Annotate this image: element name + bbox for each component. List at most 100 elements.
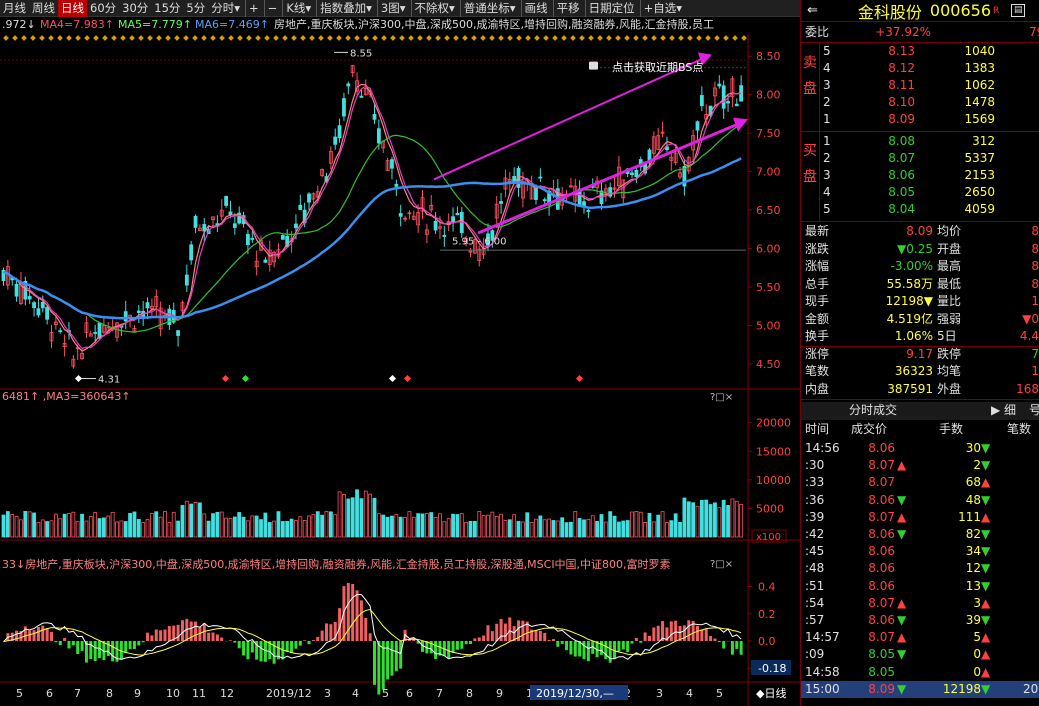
toolbar-item-5[interactable]: 15分	[151, 0, 183, 17]
volume-bar	[634, 511, 639, 538]
tick-price: 8.06	[868, 613, 895, 627]
stat-value: 55.58万	[886, 276, 933, 291]
bid-level: 4	[823, 185, 831, 199]
tick-row: :39 8.07 ▲ 111 ▲	[801, 509, 1039, 526]
ask-price: 8.12	[888, 61, 915, 75]
macd-bar	[460, 641, 464, 649]
toolbar-item-7[interactable]: 分时▾	[208, 0, 243, 17]
volume-bar	[708, 504, 713, 538]
candle-body	[433, 220, 438, 231]
volume-bar	[198, 502, 202, 538]
volume-bar	[617, 521, 621, 538]
bid-row: 3 8.06 2153	[801, 167, 1039, 184]
candle-body	[455, 212, 460, 216]
volume-bar	[189, 503, 194, 538]
volume-bar	[699, 499, 704, 538]
volume-bar	[294, 520, 298, 538]
macd-bar	[207, 632, 211, 641]
toolbar-item-0[interactable]: 月线	[0, 0, 29, 17]
candle-body	[394, 183, 399, 187]
macd-bar	[259, 641, 263, 662]
volume-bar	[590, 515, 595, 538]
stat-value-2: 4.4	[1019, 329, 1039, 343]
kline-chart-area[interactable]: .972↓ MA4=7.983↑ MA5=7.779↑ MA6=7.469↑ 房…	[0, 17, 800, 706]
diamond-marker	[102, 35, 108, 41]
bid-price: 8.08	[888, 134, 915, 148]
tick-volume: 82	[965, 527, 981, 541]
toolbar-item-9[interactable]: −	[263, 0, 281, 17]
toolbar-item-18[interactable]: +自选▾	[639, 0, 685, 17]
tick-volume: 13	[965, 578, 981, 593]
ma-legend-head: .972↓	[2, 18, 36, 31]
price-tick-label: 6.00	[756, 243, 781, 256]
ask-level: 4	[823, 61, 831, 75]
toolbar-item-14[interactable]: 普通坐标▾	[459, 0, 519, 17]
macd-bar	[739, 641, 743, 655]
macd-bar	[41, 625, 45, 641]
macd-bar	[58, 641, 62, 646]
stat-label: 涨跌	[805, 241, 830, 256]
diamond-marker	[255, 35, 261, 41]
toolbar-item-17[interactable]: 日期定位	[584, 0, 638, 17]
diamond-marker	[192, 35, 198, 41]
candle-body	[499, 201, 503, 204]
tick-price: 8.05	[868, 647, 895, 662]
stat-row: 金额 4.519亿 强弱 ▼0	[801, 311, 1039, 328]
volume-bar	[311, 514, 316, 538]
toolbar-item-8[interactable]: +	[245, 0, 262, 17]
toolbar-item-11[interactable]: 指数叠加▾	[316, 0, 375, 17]
candle-body	[246, 233, 250, 245]
macd-bar	[211, 632, 215, 641]
toolbar-item-1[interactable]: 周线	[29, 0, 58, 17]
macd-bar	[45, 628, 49, 641]
volume-bar	[468, 521, 473, 538]
toolbar-item-12[interactable]: 3图▾	[376, 0, 409, 17]
stock-info-icon[interactable]: ▤	[1011, 4, 1026, 17]
macd-bar	[246, 641, 250, 660]
tick-price: 8.09	[868, 681, 895, 696]
tick-row: 15:00 8.09 ▼ 12198 ▼ 20	[801, 681, 1039, 698]
volume-bar	[398, 516, 403, 538]
toolbar-item-4[interactable]: 30分	[119, 0, 151, 17]
candle-body	[123, 311, 128, 322]
toolbar-item-15[interactable]: 画线	[520, 0, 551, 17]
date-tick: 12	[220, 687, 234, 700]
ticks-number-button[interactable]: 号	[1029, 402, 1039, 419]
tick-price: 8.06	[868, 561, 895, 576]
back-arrow-icon[interactable]: ⇐	[801, 3, 824, 18]
ask-volume: 1062	[964, 78, 995, 92]
ticks-detail-button[interactable]: ▶ 细	[991, 402, 1016, 419]
candle-body	[232, 223, 237, 228]
toolbar-item-10[interactable]: K线▾	[282, 0, 314, 17]
volume-bar	[603, 521, 608, 538]
macd-bar	[141, 641, 145, 643]
diamond-marker	[111, 35, 117, 41]
volume-bar	[416, 513, 421, 538]
vol-tick-label: 20000	[756, 417, 791, 430]
signal-diamond	[388, 374, 397, 383]
volume-bar	[171, 511, 176, 538]
macd-bar	[111, 641, 115, 662]
volume-bar	[246, 520, 250, 538]
toolbar-item-13[interactable]: 不除权▾	[410, 0, 458, 17]
high-label: 8.55	[350, 48, 372, 59]
diamond-marker	[372, 35, 378, 41]
volume-bar	[582, 519, 586, 538]
period-label: ◆日线	[756, 686, 786, 700]
toolbar-item-16[interactable]: 平移	[552, 0, 583, 17]
volume-bar	[298, 516, 303, 538]
macd-bar	[63, 638, 67, 641]
volume-unit: x100	[756, 532, 781, 543]
tick-price: 8.07	[868, 630, 895, 645]
volume-bar	[717, 507, 722, 538]
macd-bar	[569, 641, 573, 655]
toolbar-item-3[interactable]: 60分	[87, 0, 119, 17]
toolbar-item-2[interactable]: 日线	[58, 0, 87, 17]
stat-row: 涨幅 -3.00% 最高 8	[801, 258, 1039, 275]
volume-bar	[10, 514, 15, 538]
volume-bar	[560, 517, 565, 538]
candle-body	[630, 172, 634, 176]
toolbar-item-6[interactable]: 5分	[183, 0, 208, 17]
bid-row: 5 8.04 4059	[801, 201, 1039, 218]
stat-row: 最新 8.09 均价 8	[801, 223, 1039, 240]
